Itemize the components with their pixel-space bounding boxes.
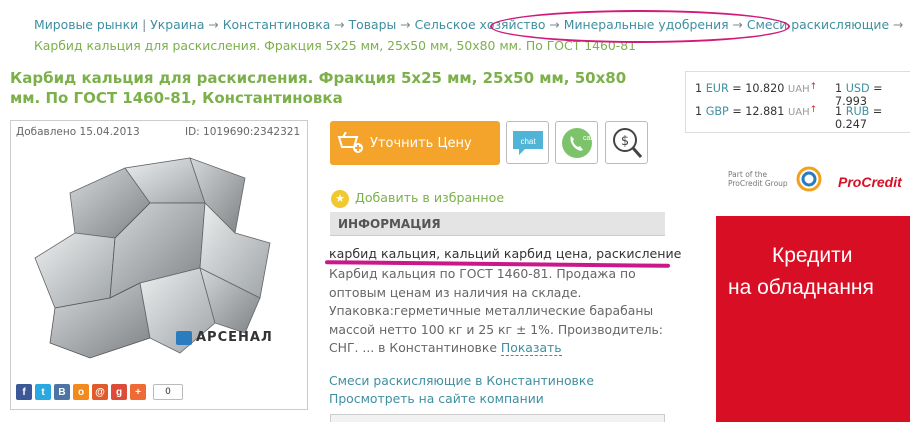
chat-label: chat [520, 137, 536, 146]
procredit-logo-icon [796, 166, 822, 192]
category-links: Смеси раскисляющие в Константиновке Прос… [329, 372, 669, 408]
product-description: Карбид кальция по ГОСТ 1460-81. Продажа … [329, 265, 664, 358]
arrow-up-icon: ↑ [809, 82, 818, 92]
mail-icon[interactable]: @ [92, 384, 108, 400]
dollar-search-icon: $ [612, 127, 642, 158]
call-label: call [583, 135, 594, 142]
breadcrumb-current: Карбид кальция для раскисления. Фракция … [34, 38, 636, 53]
ad-headline: Кредити [716, 240, 910, 272]
added-date: Добавлено 15.04.2013 [16, 126, 140, 138]
call-button[interactable]: call [555, 121, 598, 164]
request-price-button[interactable]: Уточнить Цену [330, 121, 500, 165]
rate-gbp: 1 GBP = 12.881 UAH↑ [695, 105, 818, 118]
breadcrumb-separator: → [400, 17, 411, 32]
ad-headline-line2: на обладнання [728, 276, 874, 299]
ad-logo: ProCredit [838, 174, 902, 190]
vkontakte-icon[interactable]: B [54, 384, 70, 400]
info-heading: ИНФОРМАЦИЯ [330, 212, 665, 236]
odnoklassniki-icon[interactable]: o [73, 384, 89, 400]
page-title: Карбид кальция для раскисления. Фракция … [10, 69, 627, 107]
breadcrumb-item-ukraine[interactable]: Украина [150, 17, 204, 32]
social-share-bar: f t B o @ g + 0 [16, 384, 183, 400]
breadcrumb-separator: | [142, 17, 147, 32]
request-price-label: Уточнить Цену [370, 135, 472, 151]
ad-group-text: Part of the ProCredit Group [728, 170, 788, 188]
twitter-icon[interactable]: t [35, 384, 51, 400]
svg-text:$: $ [620, 134, 628, 149]
company-site-link[interactable]: Просмотреть на сайте компании [329, 391, 544, 406]
arrow-up-icon: ↑ [809, 105, 818, 115]
phone-icon: call [561, 127, 594, 158]
brand-logo-icon [176, 331, 192, 345]
chat-button[interactable]: chat [506, 121, 549, 164]
rate-eur: 1 EUR = 10.820 UAH↑ [695, 82, 818, 95]
share-count: 0 [153, 384, 183, 400]
product-tags: карбид кальция, кальций карбид цена, рас… [329, 246, 682, 261]
star-icon: ★ [331, 190, 349, 208]
chat-icon: chat [512, 130, 543, 155]
highlight-oval-annotation [490, 10, 790, 43]
googleplus-icon[interactable]: g [111, 384, 127, 400]
breadcrumb-separator: → [334, 17, 345, 32]
breadcrumb-item-goods[interactable]: Товары [349, 17, 397, 32]
share-more-icon[interactable]: + [130, 384, 146, 400]
add-favorite-link[interactable]: ★ Добавить в избранное [331, 190, 504, 208]
description-text: Карбид кальция по ГОСТ 1460-81. Продажа … [329, 266, 663, 355]
ad-headline-line1: Кредити [772, 244, 853, 267]
breadcrumb-item-city[interactable]: Константиновка [223, 17, 331, 32]
show-more-link[interactable]: Показать [500, 340, 562, 356]
next-section-box [330, 414, 665, 422]
basket-icon [330, 121, 370, 165]
category-link[interactable]: Смеси раскисляющие в Константиновке [329, 373, 594, 388]
add-favorite-label: Добавить в избранное [355, 190, 505, 205]
price-compare-button[interactable]: $ [605, 121, 648, 164]
breadcrumb-item-markets[interactable]: Мировые рынки [34, 17, 138, 32]
breadcrumb-separator: → [893, 17, 904, 32]
facebook-icon[interactable]: f [16, 384, 32, 400]
breadcrumb-separator: → [208, 17, 219, 32]
brand-name: АРСЕНАЛ [196, 330, 273, 345]
rate-rub: 1 RUB = 0.247 [835, 105, 883, 131]
product-id: ID: 1019690:2342321 [185, 126, 301, 138]
